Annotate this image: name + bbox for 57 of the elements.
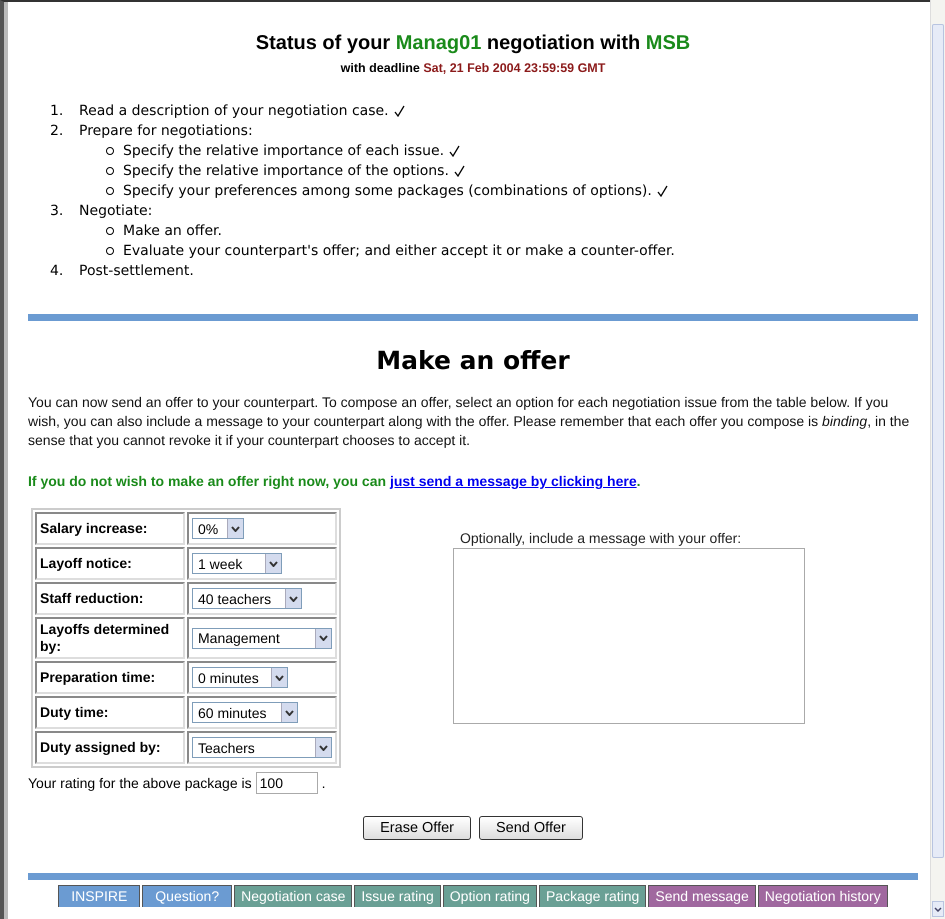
offer-button[interactable]: Erase Offer: [363, 816, 471, 840]
step-number: 1.: [50, 102, 64, 121]
issue-label: Duty time:: [35, 696, 185, 729]
bullet-icon: [106, 227, 114, 235]
option-dropdown[interactable]: Teachers: [192, 737, 332, 758]
notice-text: If you do not wish to make an offer right now, you can just send a message by clicking here.: [28, 472, 642, 491]
issue-label: Duty assigned by:: [35, 731, 185, 764]
section-heading: Make an offer: [375, 346, 571, 375]
step-number: 4.: [50, 262, 64, 281]
step-text: Evaluate your counterpart's offer; and either accept it or make a counter-offer.: [123, 242, 675, 261]
option-dropdown[interactable]: Management: [192, 628, 332, 648]
bullet-icon: [106, 147, 114, 155]
caret-icon: [285, 589, 301, 608]
caret-icon: [271, 668, 287, 687]
step-text: Post-settlement.: [79, 262, 194, 281]
step-text: Make an offer.: [123, 222, 222, 241]
caret-icon: [281, 703, 297, 722]
caret-icon: [934, 906, 942, 912]
option-dropdown[interactable]: 0 minutes: [192, 667, 288, 688]
rating-field[interactable]: 100: [256, 772, 318, 794]
deadline-text: with deadline Sat, 21 Feb 2004 23:59:59 GMT: [340, 61, 606, 75]
step-text: Specify the relative importance of the options.: [123, 162, 449, 181]
step-text: Specify the relative importance of each issue.: [123, 142, 444, 161]
step-text: Prepare for negotiations:: [79, 122, 253, 141]
page-title: Status of your Manag01 negotiation with MSB: [256, 32, 690, 55]
option-dropdown[interactable]: 0%: [192, 518, 244, 539]
bullet-icon: [106, 187, 114, 195]
message-label: Optionally, include a message with your offer:: [459, 530, 742, 546]
scrollbar-thumb[interactable]: [932, 24, 944, 858]
issue-label: Layoff notice:: [35, 547, 185, 580]
step-text: Specify your preferences among some packages (combinations of options).: [123, 182, 652, 201]
caret-icon: [227, 519, 243, 538]
step-text: Read a description of your negotiation case.: [79, 102, 389, 121]
bullet-icon: [106, 167, 114, 175]
caret-icon: [315, 628, 331, 648]
step-text: Negotiate:: [79, 202, 152, 221]
period-text: .: [322, 775, 326, 791]
send-message-link[interactable]: just send a message by clicking here: [390, 473, 637, 489]
rating-label: Your rating for the above package is: [28, 775, 252, 791]
scroll-down-button[interactable]: [932, 901, 944, 917]
offer-button[interactable]: Send Offer: [479, 816, 583, 840]
nav-tab[interactable]: Send message: [648, 885, 756, 907]
caret-icon: [265, 554, 281, 573]
issue-label: Salary increase:: [35, 512, 185, 545]
option-dropdown[interactable]: 1 week: [192, 553, 282, 574]
nav-tab[interactable]: Negotiation history: [758, 885, 888, 907]
option-dropdown[interactable]: 40 teachers: [192, 588, 302, 609]
message-field[interactable]: [453, 548, 805, 724]
issue-label: Staff reduction:: [35, 582, 185, 615]
option-dropdown[interactable]: 60 minutes: [192, 702, 298, 723]
issue-label: Preparation time:: [35, 661, 185, 694]
issue-label: Layoffs determined by:: [35, 617, 185, 659]
bullet-icon: [106, 247, 114, 255]
step-number: 3.: [50, 202, 64, 221]
intro-paragraph: You can now send an offer to your counterpart. To compose an offer, select an option for each negotiation issue from the table below. If you wish, you can also include a message to your counterpart along with the offer. Please remember that each offer you compose is binding, in the sense that you cannot revoke it if your counterpart chooses to accept it.: [28, 393, 910, 450]
step-number: 2.: [50, 122, 64, 141]
caret-icon: [315, 738, 331, 757]
